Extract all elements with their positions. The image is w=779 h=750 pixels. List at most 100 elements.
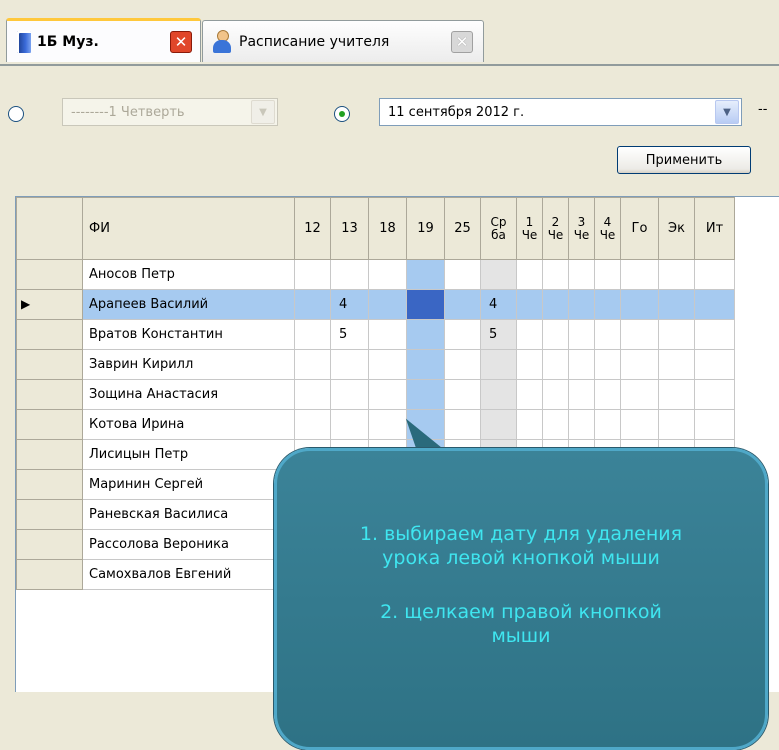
grade-cell[interactable]: [294, 409, 331, 440]
grade-cell[interactable]: [620, 379, 659, 410]
grade-cell[interactable]: [516, 349, 543, 380]
grade-cell[interactable]: [594, 409, 621, 440]
grade-cell[interactable]: [444, 349, 481, 380]
column-header[interactable]: 25: [444, 197, 481, 260]
grade-cell[interactable]: [406, 289, 445, 320]
quarter-select[interactable]: --------1 Четверть ▼: [62, 98, 278, 126]
grade-cell[interactable]: [516, 379, 543, 410]
column-header[interactable]: 12: [294, 197, 331, 260]
grade-cell[interactable]: [620, 409, 659, 440]
grade-cell[interactable]: [368, 379, 407, 410]
student-name-cell[interactable]: Лисицын Петр: [82, 439, 295, 470]
grade-cell[interactable]: [594, 289, 621, 320]
grade-cell[interactable]: [294, 349, 331, 380]
column-header[interactable]: Ср ба: [480, 197, 517, 260]
grade-cell[interactable]: [694, 289, 735, 320]
chevron-down-icon[interactable]: ▼: [251, 100, 275, 124]
grade-cell[interactable]: [568, 349, 595, 380]
grade-cell[interactable]: [568, 289, 595, 320]
grade-cell[interactable]: [620, 319, 659, 350]
table-row[interactable]: Зощина Анастасия: [16, 379, 735, 410]
student-name-cell[interactable]: Маринин Сергей: [82, 469, 295, 500]
grade-cell[interactable]: [568, 259, 595, 290]
column-header[interactable]: 18: [368, 197, 407, 260]
grade-cell[interactable]: [516, 259, 543, 290]
grade-cell[interactable]: [368, 259, 407, 290]
grade-cell[interactable]: [620, 349, 659, 380]
student-name-cell[interactable]: Раневская Василиса: [82, 499, 295, 530]
grade-cell[interactable]: [368, 349, 407, 380]
column-header[interactable]: Го: [620, 197, 659, 260]
grade-cell[interactable]: [568, 379, 595, 410]
grade-cell[interactable]: [406, 349, 445, 380]
grade-cell[interactable]: [294, 259, 331, 290]
quarter-radio[interactable]: [8, 106, 24, 122]
grade-cell[interactable]: [694, 349, 735, 380]
column-header[interactable]: 19: [406, 197, 445, 260]
column-header[interactable]: 2 Че: [542, 197, 569, 260]
column-header[interactable]: 3 Че: [568, 197, 595, 260]
student-name-cell[interactable]: Арапеев Василий: [82, 289, 295, 320]
row-header[interactable]: [16, 439, 83, 470]
grade-cell[interactable]: [444, 289, 481, 320]
row-header[interactable]: ▶: [16, 289, 83, 320]
grade-cell[interactable]: [594, 259, 621, 290]
grade-cell[interactable]: [658, 319, 695, 350]
student-name-cell[interactable]: Самохвалов Евгений: [82, 559, 295, 590]
grade-cell[interactable]: [658, 259, 695, 290]
row-header[interactable]: [16, 349, 83, 380]
row-header[interactable]: [16, 409, 83, 440]
grade-cell[interactable]: [542, 349, 569, 380]
grade-cell[interactable]: [368, 289, 407, 320]
table-row[interactable]: Вратов Константин 5 5: [16, 319, 735, 350]
grade-cell[interactable]: [568, 409, 595, 440]
tab-class-music[interactable]: 1Б Муз. ✕: [6, 18, 201, 62]
grade-cell[interactable]: [542, 319, 569, 350]
grade-cell[interactable]: [594, 379, 621, 410]
grade-cell[interactable]: [444, 259, 481, 290]
grade-cell[interactable]: [658, 349, 695, 380]
table-row[interactable]: ▶ Арапеев Василий 4 4: [16, 289, 735, 320]
table-row[interactable]: Котова Ирина: [16, 409, 735, 440]
grade-cell[interactable]: [294, 379, 331, 410]
student-name-cell[interactable]: Рассолова Вероника: [82, 529, 295, 560]
row-header[interactable]: [16, 499, 83, 530]
average-cell[interactable]: [480, 259, 517, 290]
grade-cell[interactable]: [542, 259, 569, 290]
grade-cell[interactable]: [368, 319, 407, 350]
grade-cell[interactable]: [516, 319, 543, 350]
close-tab-button[interactable]: ✕: [451, 30, 473, 53]
row-header[interactable]: [16, 379, 83, 410]
tab-teacher-schedule[interactable]: Расписание учителя ✕: [202, 20, 484, 62]
column-header[interactable]: Ит: [694, 197, 735, 260]
grade-cell[interactable]: [444, 409, 481, 440]
grade-cell[interactable]: [694, 409, 735, 440]
column-header[interactable]: 13: [330, 197, 369, 260]
grade-cell[interactable]: [516, 289, 543, 320]
row-header[interactable]: [16, 259, 83, 290]
close-tab-button[interactable]: ✕: [170, 30, 192, 53]
grade-cell[interactable]: [694, 379, 735, 410]
grade-cell[interactable]: [658, 289, 695, 320]
chevron-down-icon[interactable]: ▼: [715, 100, 739, 124]
student-name-cell[interactable]: Заврин Кирилл: [82, 349, 295, 380]
grade-cell[interactable]: [294, 319, 331, 350]
row-header[interactable]: [16, 469, 83, 500]
grade-cell[interactable]: [330, 259, 369, 290]
table-row[interactable]: Аносов Петр: [16, 259, 735, 290]
grade-cell[interactable]: [406, 379, 445, 410]
average-cell[interactable]: [480, 409, 517, 440]
average-cell[interactable]: [480, 349, 517, 380]
grade-cell[interactable]: [406, 259, 445, 290]
grade-cell[interactable]: [444, 319, 481, 350]
grade-cell[interactable]: [594, 349, 621, 380]
grade-cell[interactable]: [330, 349, 369, 380]
column-header[interactable]: 1 Че: [516, 197, 543, 260]
grade-cell[interactable]: [694, 319, 735, 350]
student-name-cell[interactable]: Зощина Анастасия: [82, 379, 295, 410]
average-cell[interactable]: 4: [480, 289, 517, 320]
column-header[interactable]: 4 Че: [594, 197, 621, 260]
grade-cell[interactable]: [330, 409, 369, 440]
column-header-name[interactable]: ФИ: [82, 197, 295, 260]
row-header[interactable]: [16, 559, 83, 590]
